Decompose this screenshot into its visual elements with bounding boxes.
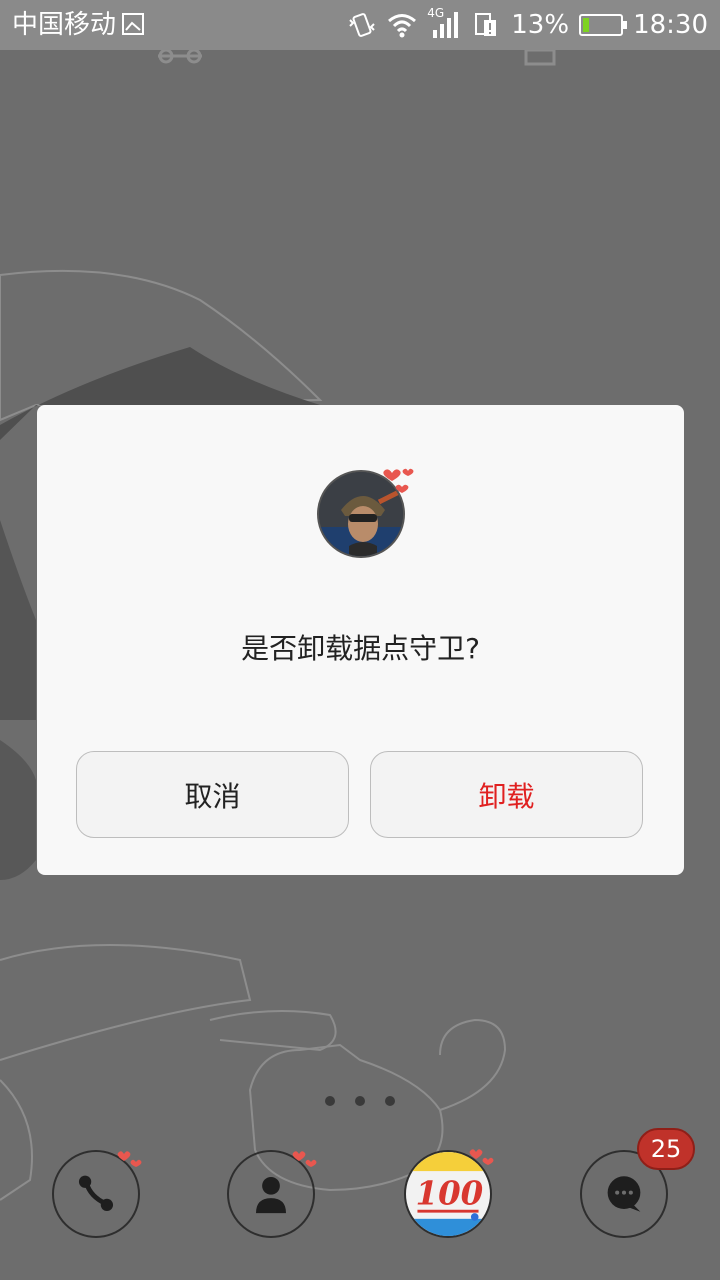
phone-icon xyxy=(78,1175,114,1212)
hearts-decoration-icon xyxy=(469,1149,494,1165)
image-icon xyxy=(122,13,144,35)
hearts-decoration-icon xyxy=(383,468,414,493)
contacts-icon xyxy=(256,1176,286,1214)
hearts-decoration-icon xyxy=(292,1151,317,1167)
wifi-icon xyxy=(388,14,417,38)
svg-text:100: 100 xyxy=(416,1175,484,1213)
messages-unread-badge: 25 xyxy=(637,1128,695,1170)
cancel-button[interactable]: 取消 xyxy=(76,751,349,838)
signal-icon xyxy=(433,12,459,38)
message-icon xyxy=(607,1176,641,1212)
status-bar: 中国移动 4G 13% 18:30 xyxy=(0,0,720,50)
sim-alert-icon xyxy=(475,13,497,36)
uninstall-dialog: 是否卸载据点守卫? 取消 卸载 xyxy=(37,405,684,875)
dialog-message: 是否卸载据点守卫? xyxy=(241,632,480,665)
battery-icon xyxy=(579,14,628,36)
hearts-decoration-icon xyxy=(117,1151,142,1167)
carrier-name: 中国移动 xyxy=(12,10,117,40)
uninstall-button[interactable]: 卸载 xyxy=(370,751,643,838)
battery-percent: 13% xyxy=(511,10,570,40)
vibrate-icon xyxy=(349,13,375,37)
signal-indicator: 4G xyxy=(427,6,461,40)
clock: 18:30 xyxy=(633,10,708,40)
